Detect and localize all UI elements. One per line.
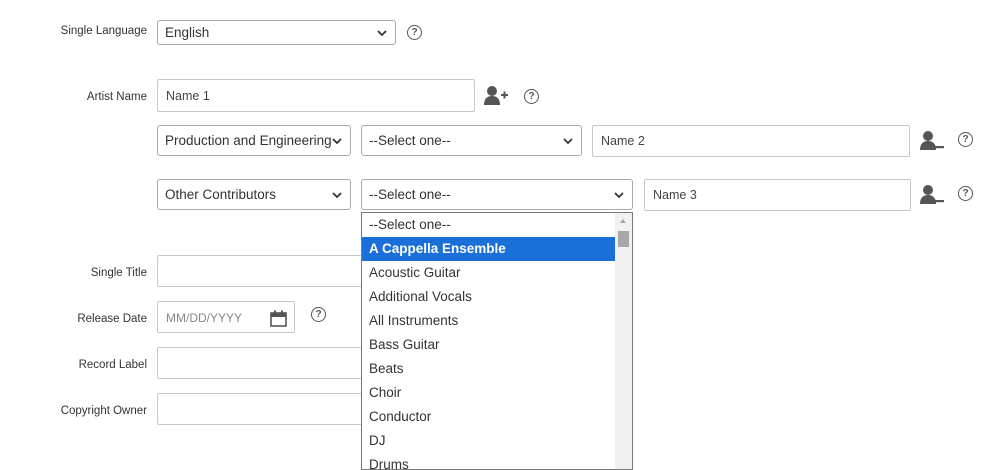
dropdown-option[interactable]: Acoustic Guitar [362,261,616,285]
chevron-down-icon [563,138,573,145]
role-category-value: Other Contributors [165,187,277,202]
role-category-value: Production and Engineering [165,133,332,148]
copyright-owner-label: Copyright Owner [60,405,147,417]
role-select[interactable]: --Select one-- [361,125,582,156]
single-language-value: English [165,25,210,40]
help-icon[interactable]: ? [524,89,539,104]
dropdown-option[interactable]: --Select one-- [362,213,616,237]
scrollbar-thumb[interactable] [618,231,629,247]
single-language-label: Single Language [60,25,147,37]
single-language-select[interactable]: English [157,20,396,45]
chevron-down-icon [614,192,624,199]
role-value: --Select one-- [369,187,451,202]
contributor-name-input[interactable]: Name 2 [592,125,910,157]
chevron-down-icon [332,138,342,145]
dropdown-option[interactable]: Drums [362,453,616,469]
artist-name-value: Name 1 [166,89,210,103]
record-label-label: Record Label [78,359,147,371]
dropdown-option[interactable]: Conductor [362,405,616,429]
help-icon[interactable]: ? [311,307,326,322]
artist-name-label: Artist Name [86,91,147,103]
dropdown-option[interactable]: Additional Vocals [362,285,616,309]
help-icon[interactable]: ? [407,25,422,40]
single-title-input[interactable] [157,255,377,287]
dropdown-option-highlighted[interactable]: A Cappella Ensemble [362,237,616,261]
role-select[interactable]: --Select one-- [361,179,633,210]
calendar-icon[interactable] [270,310,287,327]
role-dropdown-list[interactable]: --Select one-- A Cappella Ensemble Acous… [361,212,633,470]
dropdown-option[interactable]: Bass Guitar [362,333,616,357]
artist-name-input[interactable]: Name 1 [157,79,475,112]
dropdown-scrollbar[interactable] [615,213,632,469]
help-icon[interactable]: ? [958,186,973,201]
scroll-up-arrow-icon[interactable] [620,219,626,223]
role-category-select[interactable]: Production and Engineering [157,125,351,156]
dropdown-option[interactable]: Choir [362,381,616,405]
role-value: --Select one-- [369,133,451,148]
remove-user-icon[interactable] [920,130,944,152]
release-date-label: Release Date [77,313,147,325]
copyright-owner-input[interactable] [157,393,377,425]
contributor-name-value: Name 3 [653,188,697,202]
dropdown-option[interactable]: Beats [362,357,616,381]
add-user-icon[interactable] [484,85,508,107]
record-label-input[interactable] [157,347,377,379]
role-category-select[interactable]: Other Contributors [157,179,351,210]
contributor-name-input[interactable]: Name 3 [644,179,911,211]
chevron-down-icon [332,192,342,199]
help-icon[interactable]: ? [958,132,973,147]
single-title-label: Single Title [90,267,147,279]
dropdown-option[interactable]: DJ [362,429,616,453]
chevron-down-icon [377,30,387,37]
release-date-input[interactable]: MM/DD/YYYY [157,301,295,333]
remove-user-icon[interactable] [920,184,944,206]
dropdown-option[interactable]: All Instruments [362,309,616,333]
contributor-name-value: Name 2 [601,134,645,148]
release-date-placeholder: MM/DD/YYYY [166,311,243,325]
